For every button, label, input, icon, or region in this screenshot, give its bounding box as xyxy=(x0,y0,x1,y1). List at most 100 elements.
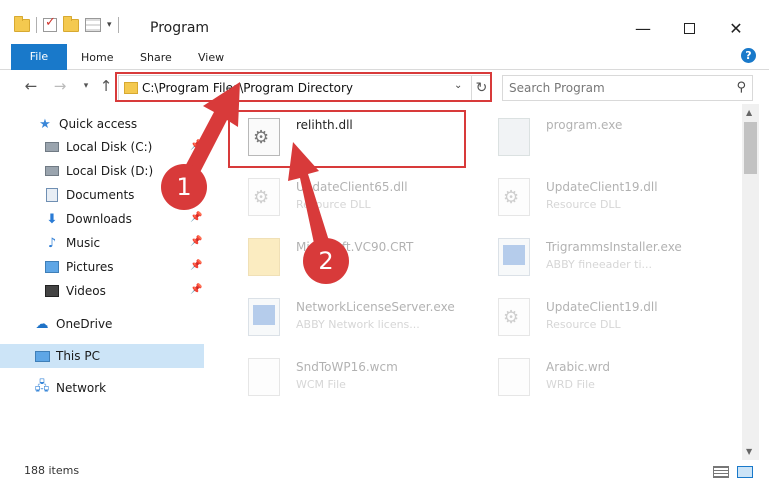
file-type: Resource DLL xyxy=(546,198,621,211)
file-type: WRD File xyxy=(546,378,595,391)
sidebar-item-label: Documents xyxy=(66,188,135,202)
file-item-networklicenseserver-exe[interactable]: NetworkLicenseServer.exe ABBY Network li… xyxy=(230,288,470,344)
tab-home[interactable]: Home xyxy=(81,46,113,70)
sidebar-item-local-disk-c[interactable]: Local Disk (C:) 📌 xyxy=(0,135,204,159)
chevron-down-icon[interactable]: ▾ xyxy=(107,20,112,30)
sidebar-item-label: Pictures xyxy=(66,260,114,274)
music-icon: ♪ xyxy=(47,235,57,251)
downloads-icon: ⬇ xyxy=(46,211,58,227)
file-item-trigrammsinstaller-exe[interactable]: TrigrammsInstaller.exe ABBY fineeader ti… xyxy=(480,228,720,284)
pictures-icon xyxy=(44,259,60,275)
scroll-down-icon[interactable]: ▼ xyxy=(746,447,752,456)
up-button[interactable]: ↑ xyxy=(97,77,115,95)
navigation-row: ← → ▾ ↑ C:\Program Files\Program Directo… xyxy=(0,70,769,104)
pin-icon[interactable]: 📌 xyxy=(190,284,202,295)
sidebar-item-label: Music xyxy=(66,236,101,250)
scroll-thumb[interactable] xyxy=(744,122,757,174)
search-box[interactable]: ⚲ xyxy=(502,75,753,101)
help-icon[interactable]: ? xyxy=(741,48,756,63)
file-item-updateclient19-dll[interactable]: UpdateClient19.dll Resource DLL xyxy=(480,168,720,224)
minimize-button[interactable]: — xyxy=(620,14,666,42)
file-name: SndToWP16.wcm xyxy=(296,360,398,374)
file-item-updateclient19-dll-2[interactable]: UpdateClient19.dll Resource DLL xyxy=(480,288,720,344)
separator xyxy=(117,17,119,33)
dll-gear-icon xyxy=(498,298,530,336)
scroll-up-icon[interactable]: ▲ xyxy=(746,108,752,117)
annotation-badge-1: 1 xyxy=(161,164,207,210)
new-folder-icon[interactable] xyxy=(63,15,79,32)
chevron-down-icon[interactable]: ⌄ xyxy=(454,80,462,91)
file-item-microsoft-vc90-crt[interactable]: Microsoft.VC90.CRT xyxy=(230,228,470,284)
properties-icon[interactable] xyxy=(85,18,101,32)
file-name: program.exe xyxy=(546,118,623,132)
maximize-icon xyxy=(683,22,695,34)
pin-icon[interactable]: 📌 xyxy=(190,260,202,271)
tab-view[interactable]: View xyxy=(198,46,224,70)
file-item-arabic-wrd[interactable]: Arabic.wrd WRD File xyxy=(480,348,720,404)
folder-icon xyxy=(124,82,138,94)
blank-file-icon xyxy=(498,358,530,396)
file-type: ABBY Network licens... xyxy=(296,318,420,331)
dll-gear-icon xyxy=(248,118,280,156)
sidebar-item-label: Local Disk (D:) xyxy=(66,164,154,178)
title-bar: ▾ Program — ✕ xyxy=(0,0,769,44)
disk-icon xyxy=(44,139,60,155)
sidebar-item-this-pc[interactable]: This PC xyxy=(0,344,204,368)
folder-icon[interactable] xyxy=(14,15,30,32)
exe-icon xyxy=(498,118,530,156)
quick-access-toolbar: ▾ xyxy=(14,15,119,33)
dll-gear-icon xyxy=(498,178,530,216)
back-button[interactable]: ← xyxy=(22,77,40,95)
file-name: TrigrammsInstaller.exe xyxy=(546,240,682,254)
sidebar-item-network[interactable]: 🖧 Network xyxy=(0,376,204,400)
dll-gear-icon xyxy=(248,178,280,216)
file-type: ABBY fineeader ti... xyxy=(546,258,653,271)
sidebar-item-pictures[interactable]: Pictures 📌 xyxy=(0,255,204,279)
sidebar-item-videos[interactable]: Videos 📌 xyxy=(0,279,204,303)
app-icon xyxy=(498,238,530,276)
sidebar-item-quick-access[interactable]: ★ Quick access xyxy=(0,112,204,136)
tab-file[interactable]: File xyxy=(11,44,67,70)
window-title: Program xyxy=(150,20,210,36)
cloud-icon: ☁ xyxy=(35,316,49,332)
sidebar-item-music[interactable]: ♪ Music 📌 xyxy=(0,231,204,255)
folder-icon xyxy=(248,238,280,276)
refresh-button[interactable]: ↻ xyxy=(471,76,491,100)
pin-icon[interactable]: 📌 xyxy=(190,212,202,223)
sidebar-item-label: Videos xyxy=(66,284,106,298)
pin-icon[interactable]: 📌 xyxy=(190,140,202,151)
address-bar[interactable]: C:\Program Files\Program Directory ⌄ ↻ xyxy=(118,75,492,101)
details-view-icon[interactable] xyxy=(713,466,729,478)
maximize-button[interactable] xyxy=(666,14,712,42)
properties-check-icon[interactable] xyxy=(43,15,57,32)
star-icon: ★ xyxy=(39,116,51,132)
pin-icon[interactable]: 📌 xyxy=(190,236,202,247)
file-type: Resource DLL xyxy=(546,318,621,331)
documents-icon xyxy=(44,187,60,203)
recent-locations-chevron-icon[interactable]: ▾ xyxy=(77,77,95,95)
tab-share[interactable]: Share xyxy=(140,46,172,70)
sidebar-item-label: Quick access xyxy=(59,117,138,131)
sidebar-item-onedrive[interactable]: ☁ OneDrive xyxy=(0,312,204,336)
network-icon: 🖧 xyxy=(34,379,50,394)
search-icon[interactable]: ⚲ xyxy=(736,80,746,95)
vertical-scrollbar[interactable]: ▲ ▼ xyxy=(742,104,759,460)
large-icons-view-icon[interactable] xyxy=(737,466,753,478)
file-type: WCM File xyxy=(296,378,346,391)
separator xyxy=(36,17,37,33)
navigation-pane: ★ Quick access Local Disk (C:) 📌 Local D… xyxy=(0,104,206,460)
file-item-sndtowp16-wcm[interactable]: SndToWP16.wcm WCM File xyxy=(230,348,470,404)
sidebar-item-label: OneDrive xyxy=(56,317,113,331)
file-item-updateclient65-dll[interactable]: UpdateClient65.dll Resource DLL xyxy=(230,168,470,224)
file-name: UpdateClient19.dll xyxy=(546,300,658,314)
sidebar-item-downloads[interactable]: ⬇ Downloads 📌 xyxy=(0,207,204,231)
search-input[interactable] xyxy=(509,80,719,96)
address-path[interactable]: C:\Program Files\Program Directory xyxy=(142,81,353,95)
close-button[interactable]: ✕ xyxy=(713,14,759,42)
file-item-program-exe[interactable]: program.exe xyxy=(480,108,720,164)
item-count: 188 items xyxy=(24,464,80,477)
forward-button[interactable]: → xyxy=(51,77,69,95)
file-type: Resource DLL xyxy=(296,198,371,211)
file-item-relihth-dll[interactable]: relihth.dll xyxy=(230,108,470,164)
blank-file-icon xyxy=(248,358,280,396)
